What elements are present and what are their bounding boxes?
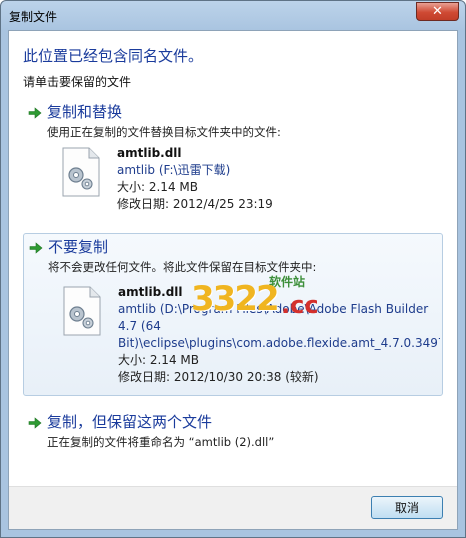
copy-file-dialog: 复制文件 ✕ 此位置已经包含同名文件。 请单击要保留的文件 复制和替换 使用正在… xyxy=(0,0,466,538)
green-arrow-icon xyxy=(28,107,42,119)
file-location: amtlib (F:\迅雷下载) xyxy=(117,163,231,177)
option-title: 不要复制 xyxy=(48,238,109,256)
file-size: 大小: 2.14 MB xyxy=(118,353,199,367)
option-description: 正在复制的文件将重命名为 “amtlib (2).dll” xyxy=(47,435,275,449)
file-location-line-2: 4.7 (64 xyxy=(118,319,161,333)
title-bar[interactable]: 复制文件 ✕ xyxy=(1,1,465,31)
option-description: 将不会更改任何文件。将此文件保留在目标文件夹中: xyxy=(48,260,317,274)
dialog-subheading: 请单击要保留的文件 xyxy=(23,75,132,89)
destination-file-info: amtlib.dll amtlib (D:\Program Files\Adob… xyxy=(118,284,440,386)
file-modified: 修改日期: 2012/4/25 23:19 xyxy=(117,197,273,211)
option-copy-and-replace[interactable]: 复制和替换 使用正在复制的文件替换目标文件夹中的文件: amtlib.dll a… xyxy=(23,99,443,217)
file-location-line-3: Bit)\eclipse\plugins\com.adobe.flexide.a… xyxy=(118,336,440,350)
file-location-line-1: amtlib (D:\Program Files\Adobe\Adobe Fla… xyxy=(118,302,429,316)
option-title: 复制和替换 xyxy=(47,103,123,121)
dialog-heading: 此位置已经包含同名文件。 xyxy=(23,47,204,65)
option-description: 使用正在复制的文件替换目标文件夹中的文件: xyxy=(47,125,281,139)
source-file-info: amtlib.dll amtlib (F:\迅雷下载) 大小: 2.14 MB … xyxy=(117,145,273,213)
dll-file-icon xyxy=(62,147,100,197)
dialog-footer: 取消 xyxy=(9,486,457,529)
file-name: amtlib.dll xyxy=(118,285,183,299)
dialog-body: 此位置已经包含同名文件。 请单击要保留的文件 复制和替换 使用正在复制的文件替换… xyxy=(8,30,458,530)
file-modified: 修改日期: 2012/10/30 20:38 (较新) xyxy=(118,370,319,384)
window-title: 复制文件 xyxy=(9,10,58,24)
cancel-button[interactable]: 取消 xyxy=(371,496,443,519)
file-name: amtlib.dll xyxy=(117,146,182,160)
file-size: 大小: 2.14 MB xyxy=(117,180,198,194)
option-copy-keep-both[interactable]: 复制，但保留这两个文件 正在复制的文件将重命名为 “amtlib (2).dll… xyxy=(23,409,443,457)
dll-file-icon xyxy=(63,286,101,336)
green-arrow-icon xyxy=(29,242,43,254)
green-arrow-icon xyxy=(28,417,42,429)
option-title: 复制，但保留这两个文件 xyxy=(47,413,213,431)
close-icon: ✕ xyxy=(432,4,443,19)
option-dont-copy[interactable]: 不要复制 将不会更改任何文件。将此文件保留在目标文件夹中: amtlib.dll… xyxy=(23,233,443,396)
close-button[interactable]: ✕ xyxy=(416,2,459,21)
